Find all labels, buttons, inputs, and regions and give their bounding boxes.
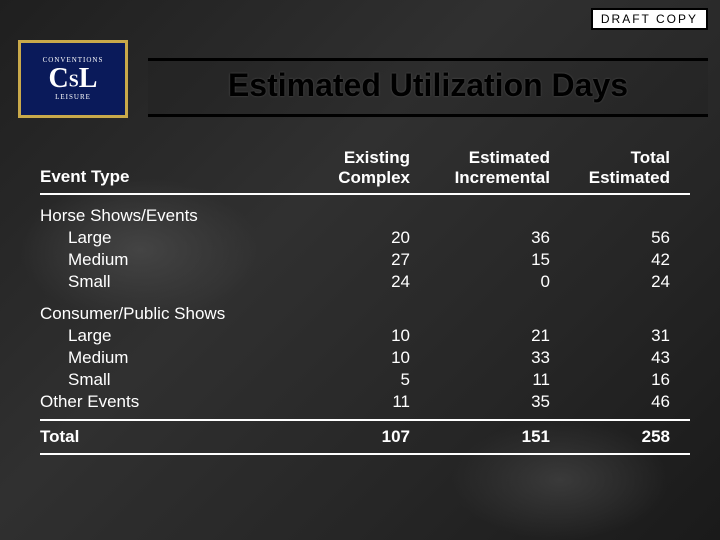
table-row: Large 10 21 31 [40, 325, 690, 347]
table-row: Small 5 11 16 [40, 369, 690, 391]
title-bar: Estimated Utilization Days [148, 58, 708, 117]
table-row: Small 24 0 24 [40, 271, 690, 293]
col-event-type: Event Type [40, 167, 300, 187]
table-row: Medium 27 15 42 [40, 249, 690, 271]
logo-text-mid: CSL [43, 64, 104, 93]
logo-text-bottom: LEISURE [43, 94, 104, 101]
col-incremental: EstimatedIncremental [410, 148, 550, 187]
page-title: Estimated Utilization Days [148, 67, 708, 104]
group-title: Consumer/Public Shows [40, 293, 690, 325]
table-header-row: Event Type ExistingComplex EstimatedIncr… [40, 148, 690, 195]
table-row-other: Other Events 11 35 46 [40, 391, 690, 413]
draft-badge: DRAFT COPY [591, 8, 708, 30]
utilization-table: Event Type ExistingComplex EstimatedIncr… [40, 148, 690, 455]
csl-logo: CONVENTIONS CSL LEISURE [18, 40, 128, 118]
table-row: Medium 10 33 43 [40, 347, 690, 369]
table-row: Large 20 36 56 [40, 227, 690, 249]
table-total-row: Total 107 151 258 [40, 421, 690, 455]
group-title: Horse Shows/Events [40, 195, 690, 227]
col-total: TotalEstimated [550, 148, 670, 187]
col-existing: ExistingComplex [300, 148, 410, 187]
